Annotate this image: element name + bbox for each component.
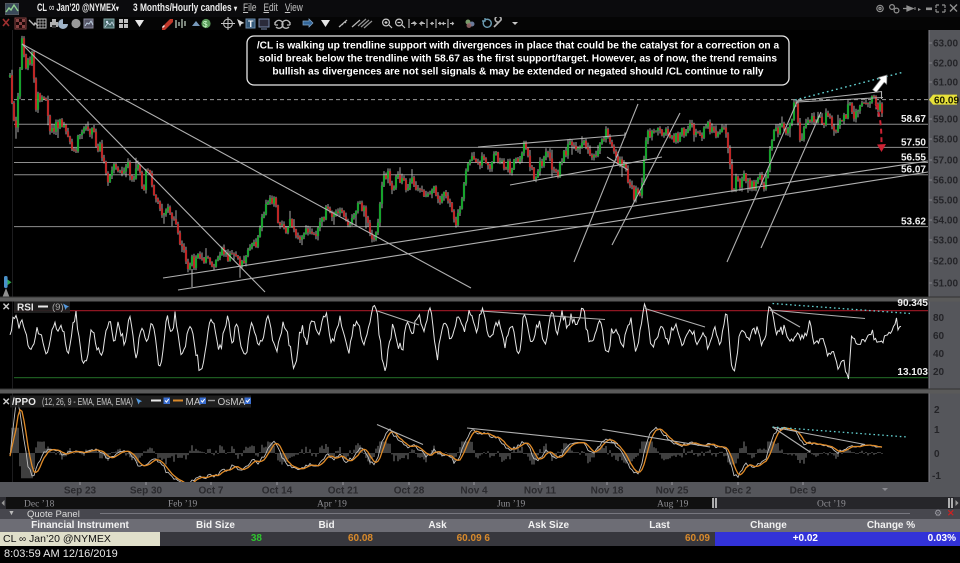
svg-text:MA: MA	[186, 397, 201, 408]
svg-text:13.103: 13.103	[897, 367, 928, 378]
svg-text:58.67: 58.67	[901, 114, 926, 125]
svg-text:✕: ✕	[2, 397, 10, 408]
svg-text:/CL is walking up trendline su: /CL is walking up trendline support with…	[257, 41, 780, 52]
svg-text:Oct 21: Oct 21	[328, 486, 359, 497]
svg-text:$: $	[203, 20, 208, 29]
svg-text:57.50: 57.50	[901, 137, 926, 148]
svg-text:56.00: 56.00	[933, 176, 958, 187]
svg-text:2: 2	[934, 405, 940, 416]
svg-text:Oct 28: Oct 28	[394, 486, 425, 497]
svg-text:60: 60	[933, 331, 945, 342]
svg-text:58.00: 58.00	[933, 135, 958, 146]
svg-text:-1: -1	[932, 471, 941, 482]
svg-text:54.00: 54.00	[933, 216, 958, 227]
svg-text:56.07: 56.07	[901, 165, 926, 176]
svg-text:57.00: 57.00	[933, 156, 958, 167]
svg-text:52.00: 52.00	[933, 257, 958, 268]
svg-text:Dec 9: Dec 9	[790, 486, 817, 497]
svg-text:1: 1	[934, 425, 940, 436]
svg-text:Sep 30: Sep 30	[130, 486, 163, 497]
svg-text:Nov 18: Nov 18	[591, 486, 624, 497]
svg-text:(12, 26, 9 - EMA, EMA, EMA): (12, 26, 9 - EMA, EMA, EMA)	[42, 397, 133, 408]
svg-text:Dec ’18: Dec ’18	[24, 500, 55, 510]
svg-text:OsMA: OsMA	[218, 397, 246, 408]
svg-text:RSI: RSI	[17, 303, 34, 314]
svg-text:Oct 7: Oct 7	[198, 486, 223, 497]
svg-text:Dec 2: Dec 2	[725, 486, 752, 497]
svg-text:Oct 14: Oct 14	[262, 486, 293, 497]
svg-text:Nov 4: Nov 4	[460, 486, 488, 497]
svg-text:56.55: 56.55	[901, 153, 926, 164]
svg-text:Jun ’19: Jun ’19	[497, 500, 525, 510]
svg-text:/PPO: /PPO	[12, 397, 36, 408]
svg-text:60.09: 60.09	[934, 96, 959, 107]
svg-text:(9): (9)	[52, 302, 64, 313]
svg-text:Oct ’19: Oct ’19	[817, 500, 846, 510]
svg-text:40: 40	[933, 349, 945, 360]
svg-text:✕: ✕	[2, 302, 10, 313]
svg-text:Feb ’19: Feb ’19	[168, 500, 198, 510]
svg-text:55.00: 55.00	[933, 196, 958, 207]
svg-text:Apr ’19: Apr ’19	[317, 500, 347, 510]
svg-text:53.00: 53.00	[933, 236, 958, 247]
svg-text:Aug ’19: Aug ’19	[657, 500, 689, 510]
svg-text:Sep 23: Sep 23	[64, 486, 97, 497]
svg-text:90.345: 90.345	[897, 298, 928, 309]
svg-text:63.00: 63.00	[933, 39, 958, 50]
svg-text:T: T	[248, 19, 254, 29]
svg-text:61.00: 61.00	[933, 78, 958, 89]
svg-text:solid break below the trendlin: solid break below the trendline with 58.…	[259, 54, 778, 65]
svg-text:20: 20	[933, 367, 945, 378]
svg-text:Nov 25: Nov 25	[656, 486, 689, 497]
svg-text:80: 80	[933, 313, 945, 324]
svg-text:51.00: 51.00	[933, 279, 958, 290]
svg-text:59.00: 59.00	[933, 115, 958, 126]
svg-text:62.00: 62.00	[933, 59, 958, 70]
svg-text:0: 0	[934, 449, 940, 460]
svg-text:bullish as divergences are not: bullish as divergences are not sell sign…	[272, 67, 764, 78]
svg-text:Nov 11: Nov 11	[524, 486, 557, 497]
svg-text:53.62: 53.62	[901, 217, 926, 228]
